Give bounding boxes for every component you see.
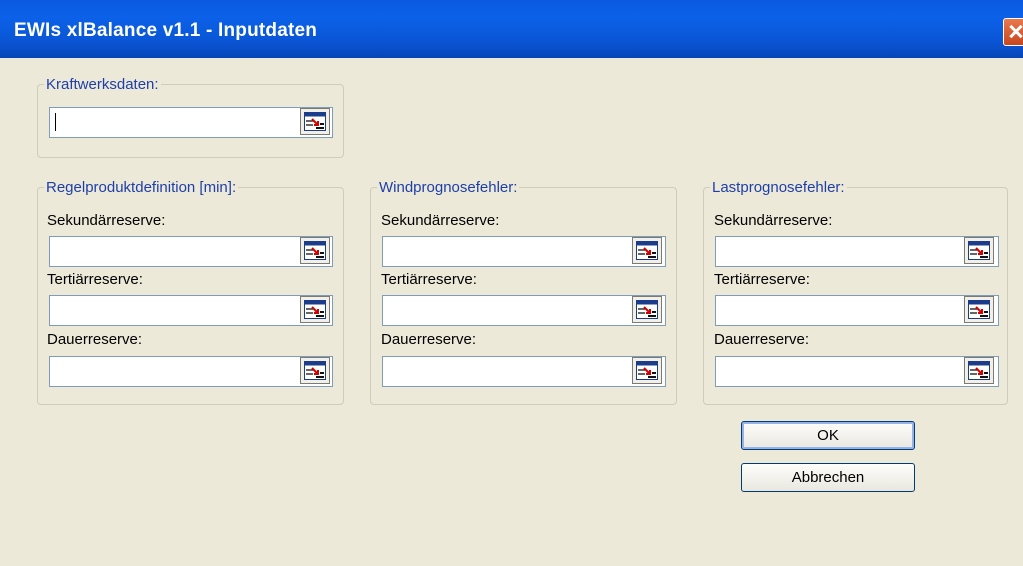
range-select-icon[interactable]	[300, 357, 330, 384]
close-icon[interactable]	[1003, 18, 1023, 46]
range-select-glyph	[636, 300, 658, 319]
last-sekundaer-field[interactable]	[715, 236, 999, 267]
last-tertiaer-field[interactable]	[715, 295, 999, 326]
range-select-glyph	[304, 300, 326, 319]
label-last-dauer: Dauerreserve:	[714, 331, 810, 348]
range-select-glyph	[304, 112, 326, 131]
group-legend-wind: Windprognosefehler:	[377, 178, 520, 198]
title-bar[interactable]: EWIs xlBalance v1.1 - Inputdaten	[0, 0, 1023, 58]
label-last-sekundaer: Sekundärreserve:	[714, 212, 833, 229]
range-select-glyph	[636, 241, 658, 260]
range-select-glyph	[304, 361, 326, 380]
kraftwerksdaten-field[interactable]	[49, 107, 333, 138]
range-select-icon[interactable]	[964, 296, 994, 323]
group-legend-regelprodukt: Regelproduktdefinition [min]:	[44, 178, 239, 198]
label-wind-tertiaer: Tertiärreserve:	[381, 271, 477, 288]
group-legend-kraftwerksdaten: Kraftwerksdaten:	[44, 75, 161, 95]
regel-dauer-field[interactable]	[49, 356, 333, 387]
window-title: EWIs xlBalance v1.1 - Inputdaten	[14, 20, 318, 41]
label-regel-sekundaer: Sekundärreserve:	[47, 212, 166, 229]
label-regel-dauer: Dauerreserve:	[47, 331, 143, 348]
range-select-icon[interactable]	[300, 108, 330, 135]
label-wind-dauer: Dauerreserve:	[381, 331, 477, 348]
range-select-icon[interactable]	[964, 357, 994, 384]
range-select-icon[interactable]	[300, 237, 330, 264]
range-select-icon[interactable]	[632, 296, 662, 323]
label-last-tertiaer: Tertiärreserve:	[714, 271, 810, 288]
range-select-icon[interactable]	[300, 296, 330, 323]
range-select-icon[interactable]	[632, 357, 662, 384]
text-caret	[55, 113, 56, 131]
wind-tertiaer-field[interactable]	[382, 295, 666, 326]
dialog-window: EWIs xlBalance v1.1 - Inputdaten Kraftwe…	[0, 0, 1023, 566]
wind-sekundaer-field[interactable]	[382, 236, 666, 267]
cancel-button[interactable]: Abbrechen	[741, 463, 915, 492]
last-dauer-field[interactable]	[715, 356, 999, 387]
regel-tertiaer-field[interactable]	[49, 295, 333, 326]
label-wind-sekundaer: Sekundärreserve:	[381, 212, 500, 229]
group-legend-last: Lastprognosefehler:	[710, 178, 847, 198]
range-select-glyph	[304, 241, 326, 260]
range-select-icon[interactable]	[632, 237, 662, 264]
range-select-glyph	[968, 241, 990, 260]
range-select-icon[interactable]	[964, 237, 994, 264]
range-select-glyph	[968, 300, 990, 319]
ok-button[interactable]: OK	[741, 421, 915, 450]
range-select-glyph	[968, 361, 990, 380]
wind-dauer-field[interactable]	[382, 356, 666, 387]
regel-sekundaer-field[interactable]	[49, 236, 333, 267]
label-regel-tertiaer: Tertiärreserve:	[47, 271, 143, 288]
range-select-glyph	[636, 361, 658, 380]
